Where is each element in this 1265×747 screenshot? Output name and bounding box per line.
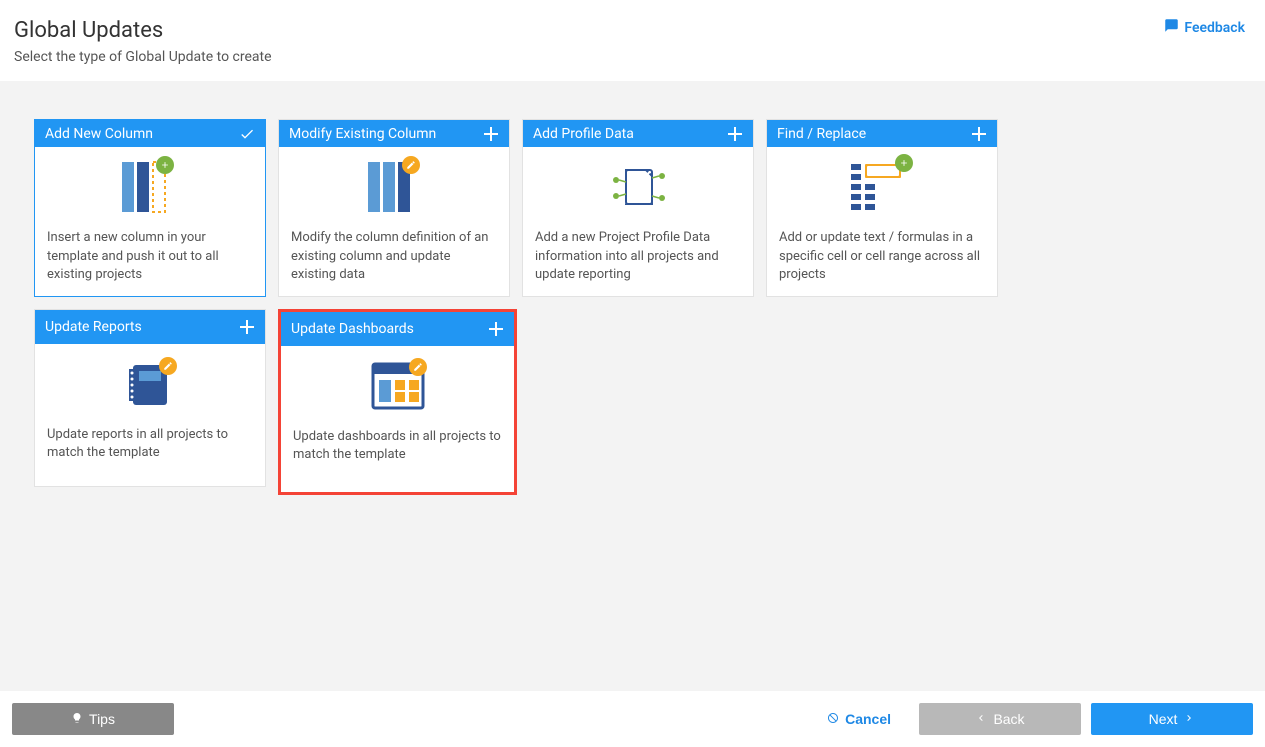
card-title: Add Profile Data: [533, 126, 634, 142]
update-dashboards-icon: [371, 356, 425, 420]
find-replace-icon: [849, 157, 915, 221]
card-description: Update reports in all projects to match …: [47, 426, 253, 462]
card-add-profile-data[interactable]: Add Profile Data Add a new Project Profi…: [522, 119, 754, 297]
tips-button[interactable]: Tips: [12, 703, 174, 735]
page-subtitle: Select the type of Global Update to crea…: [14, 49, 1251, 65]
plus-icon: [727, 126, 743, 142]
card-title: Add New Column: [45, 126, 153, 142]
card-add-new-column[interactable]: Add New Column Insert a new column in yo…: [34, 119, 266, 297]
main-area: Add New Column Insert a new column in yo…: [0, 81, 1265, 692]
card-title: Update Reports: [45, 319, 142, 335]
tips-label: Tips: [89, 711, 115, 727]
card-header: Update Dashboards: [281, 312, 514, 346]
card-title: Modify Existing Column: [289, 126, 436, 142]
cancel-icon: [827, 711, 839, 727]
cancel-button[interactable]: Cancel: [809, 703, 909, 735]
page-title: Global Updates: [14, 18, 1251, 43]
chevron-right-icon: [1183, 711, 1195, 727]
chevron-left-icon: [975, 711, 987, 727]
card-description: Insert a new column in your template and…: [47, 229, 253, 284]
update-reports-icon: [125, 354, 175, 418]
columns-add-icon: [120, 157, 180, 221]
cancel-label: Cancel: [845, 711, 891, 727]
card-header: Add Profile Data: [523, 120, 753, 147]
card-modify-existing-column[interactable]: Modify Existing Column Modify the column…: [278, 119, 510, 297]
card-header: Add New Column: [35, 120, 265, 147]
card-header: Modify Existing Column: [279, 120, 509, 147]
chat-icon: [1164, 18, 1179, 37]
card-body: Add or update text / formulas in a speci…: [767, 147, 997, 296]
columns-edit-icon: [366, 157, 422, 221]
check-icon: [239, 126, 255, 142]
plus-icon: [971, 126, 987, 142]
feedback-link[interactable]: Feedback: [1164, 18, 1245, 37]
card-description: Update dashboards in all projects to mat…: [293, 428, 502, 464]
profile-data-icon: [606, 157, 670, 221]
plus-icon: [488, 321, 504, 337]
card-body: Update dashboards in all projects to mat…: [281, 346, 514, 492]
feedback-label: Feedback: [1184, 20, 1245, 36]
next-button[interactable]: Next: [1091, 703, 1253, 735]
next-label: Next: [1149, 711, 1178, 727]
lightbulb-icon: [71, 711, 83, 727]
card-update-dashboards[interactable]: Update Dashboards Update dashboards in a…: [278, 309, 517, 495]
card-body: Update reports in all projects to match …: [35, 344, 265, 486]
card-header: Update Reports: [35, 310, 265, 344]
plus-icon: [239, 319, 255, 335]
card-header: Find / Replace: [767, 120, 997, 147]
card-title: Update Dashboards: [291, 321, 414, 337]
card-description: Add a new Project Profile Data informati…: [535, 229, 741, 284]
card-body: Insert a new column in your template and…: [35, 147, 265, 296]
plus-icon: [483, 126, 499, 142]
footer-bar: Tips Cancel Back Next: [0, 691, 1265, 747]
card-description: Add or update text / formulas in a speci…: [779, 229, 985, 284]
card-body: Add a new Project Profile Data informati…: [523, 147, 753, 296]
card-title: Find / Replace: [777, 126, 866, 142]
back-button[interactable]: Back: [919, 703, 1081, 735]
card-find-replace[interactable]: Find / Replace Add or update text / form…: [766, 119, 998, 297]
card-body: Modify the column definition of an exist…: [279, 147, 509, 296]
back-label: Back: [993, 711, 1024, 727]
card-update-reports[interactable]: Update Reports Update reports in all pro…: [34, 309, 266, 487]
card-description: Modify the column definition of an exist…: [291, 229, 497, 284]
